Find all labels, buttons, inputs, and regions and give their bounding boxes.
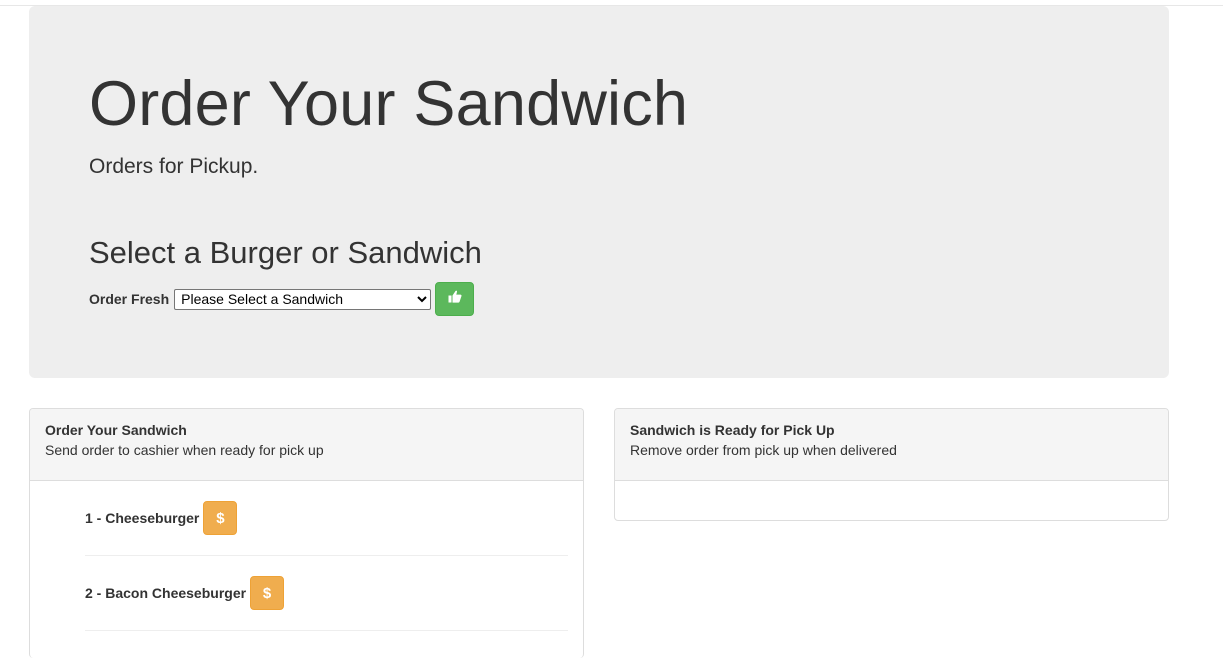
order-item: 1 - Cheeseburger $ xyxy=(85,481,568,556)
select-heading: Select a Burger or Sandwich xyxy=(89,235,482,270)
order-submit-button[interactable] xyxy=(435,282,475,316)
ready-panel-heading: Sandwich is Ready for Pick Up Remove ord… xyxy=(615,409,1168,481)
order-panel-subtitle: Send order to cashier when ready for pic… xyxy=(45,442,324,458)
order-form: Order Fresh Please Select a Sandwich xyxy=(89,282,475,316)
order-panel-title: Order Your Sandwich xyxy=(45,422,187,438)
send-to-cashier-button[interactable]: $ xyxy=(203,501,238,535)
ready-panel-subtitle: Remove order from pick up when delivered xyxy=(630,442,897,458)
order-item-label: 2 - Bacon Cheeseburger xyxy=(85,585,247,601)
order-list: 1 - Cheeseburger $ 2 - Bacon Cheeseburge… xyxy=(85,481,568,631)
order-panel: Order Your Sandwich Send order to cashie… xyxy=(29,408,584,658)
page-title: Order Your Sandwich xyxy=(89,69,689,139)
order-fresh-label: Order Fresh xyxy=(89,291,170,307)
order-item: 2 - Bacon Cheeseburger $ xyxy=(85,556,568,631)
send-to-cashier-button[interactable]: $ xyxy=(250,576,285,610)
page-subtitle: Orders for Pickup. xyxy=(89,155,259,178)
ready-panel: Sandwich is Ready for Pick Up Remove ord… xyxy=(614,408,1169,521)
ready-panel-title: Sandwich is Ready for Pick Up xyxy=(630,422,835,438)
order-panel-heading: Order Your Sandwich Send order to cashie… xyxy=(30,409,583,481)
jumbotron: Order Your Sandwich Orders for Pickup. S… xyxy=(29,6,1169,378)
order-item-label: 1 - Cheeseburger xyxy=(85,510,200,526)
dollar-icon: $ xyxy=(216,509,225,527)
thumbs-up-icon xyxy=(448,290,462,308)
sandwich-select[interactable]: Please Select a Sandwich xyxy=(174,288,432,310)
dollar-icon: $ xyxy=(262,584,272,602)
